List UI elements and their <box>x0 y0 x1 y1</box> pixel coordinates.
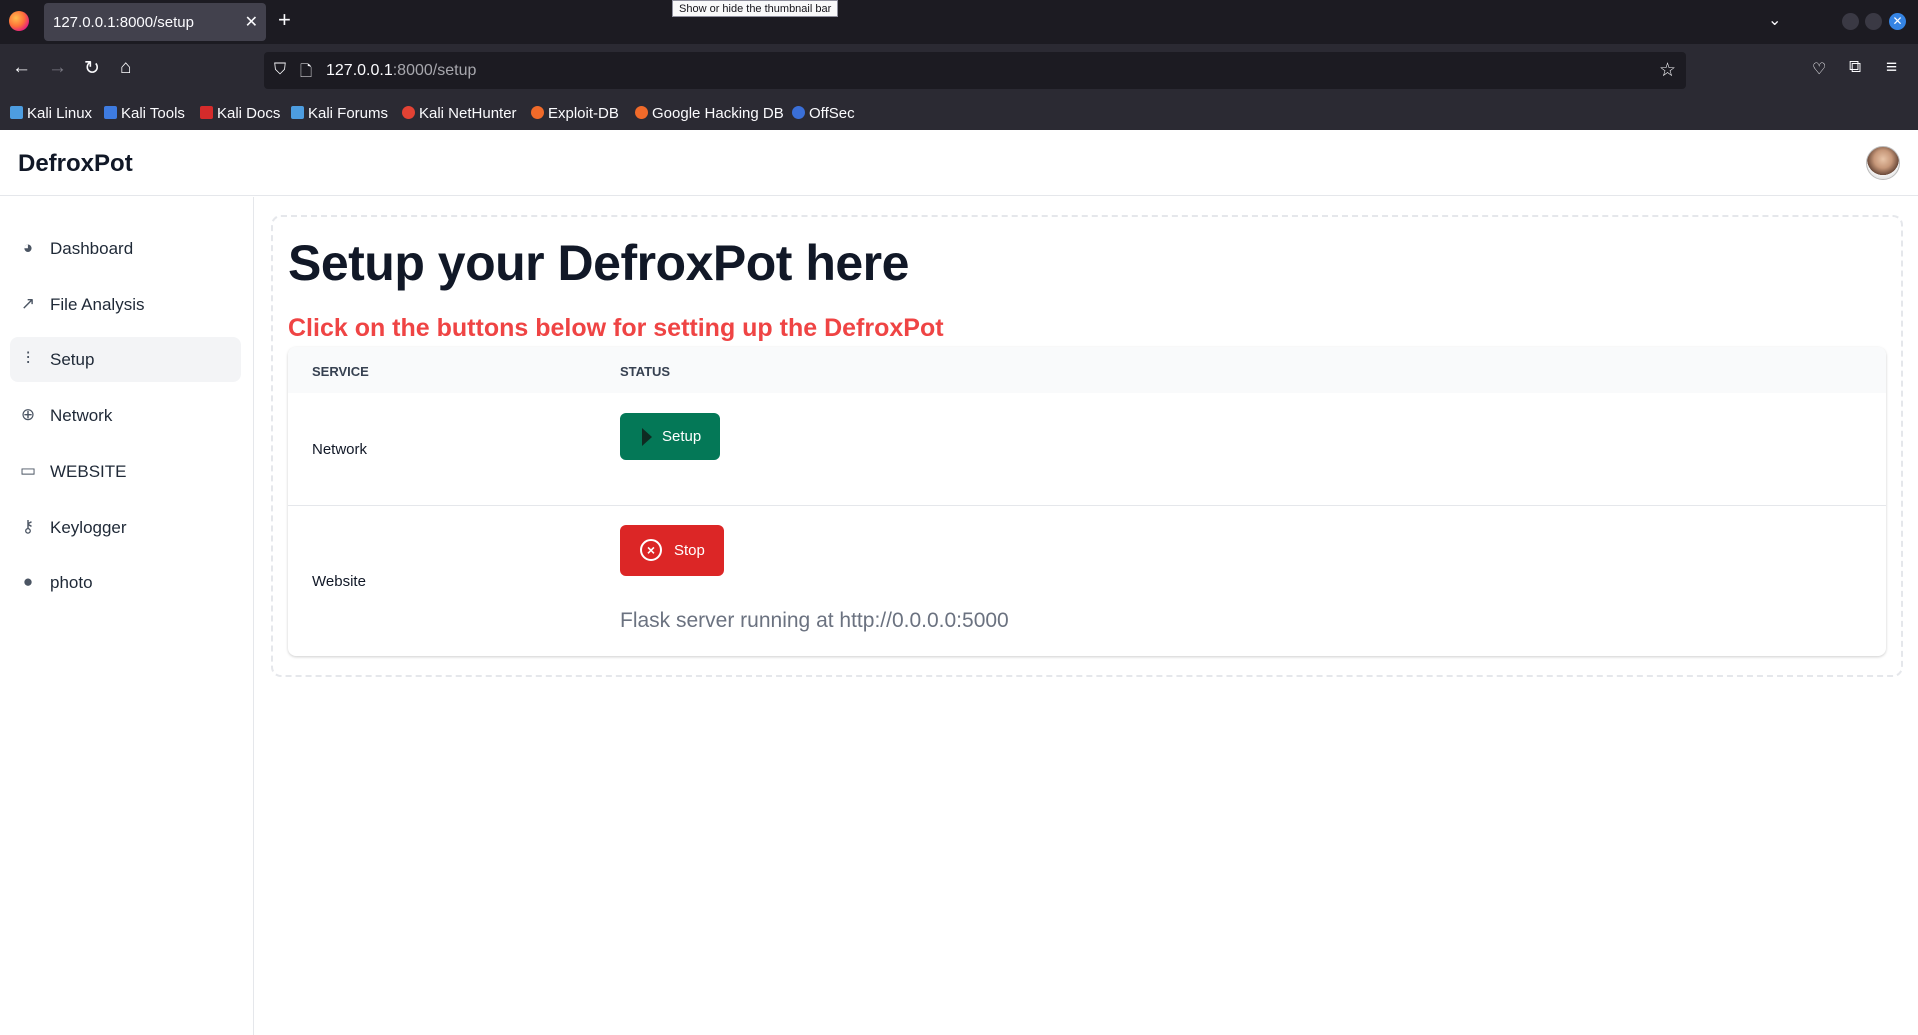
offsec-icon <box>792 106 805 119</box>
column-header-status: STATUS <box>620 364 671 379</box>
bookmark-kali-forums[interactable]: Kali Forums <box>291 105 388 122</box>
play-icon <box>642 428 652 446</box>
new-tab-icon[interactable]: + <box>278 7 291 33</box>
stop-button[interactable]: × Stop <box>620 525 724 576</box>
column-header-service: SERVICE <box>312 364 369 379</box>
sidebar-item-website[interactable]: ▭ WEBSITE <box>10 449 241 494</box>
trend-icon: ↗ <box>20 294 36 313</box>
home-icon[interactable]: ⌂ <box>120 57 131 79</box>
table-header: SERVICE STATUS <box>288 347 1886 393</box>
app-header: DefroxPot <box>0 130 1918 196</box>
sidebar-item-keylogger[interactable]: ⚷ Keylogger <box>10 505 241 550</box>
stop-button-label: Stop <box>674 542 705 559</box>
monitor-icon: ▭ <box>19 461 37 480</box>
service-name-network: Network <box>312 441 368 458</box>
tooltip: Show or hide the thumbnail bar <box>672 0 839 17</box>
close-circle-icon: × <box>640 539 662 561</box>
pocket-icon[interactable]: ♡ <box>1812 59 1826 79</box>
pie-chart-icon: ◕ <box>22 238 34 257</box>
exploit-db-icon <box>531 106 544 119</box>
page-info-icon[interactable]: 🗋 <box>300 61 312 86</box>
url-path: :8000/setup <box>392 62 477 79</box>
maximize-window-icon[interactable] <box>1865 13 1882 30</box>
bookmark-star-icon[interactable]: ☆ <box>1659 59 1676 82</box>
sidebar-item-label: Network <box>50 406 113 425</box>
shield-icon[interactable]: ⛉ <box>274 61 286 79</box>
back-arrow-icon[interactable]: ← <box>12 57 31 79</box>
url-bar[interactable]: ⛉ 🗋 127.0.0.1:8000/setup ☆ <box>264 52 1686 89</box>
sidebar-item-label: photo <box>50 573 93 592</box>
kali-forums-icon <box>291 106 304 119</box>
sidebar-item-setup[interactable]: ⫶ Setup <box>10 337 241 382</box>
setup-button-label: Setup <box>662 428 702 445</box>
bookmark-exploit-db[interactable]: Exploit-DB <box>531 105 619 122</box>
brand-logo[interactable]: DefroxPot <box>18 150 133 178</box>
setup-button[interactable]: Setup <box>620 413 720 460</box>
user-icon: ● <box>22 572 34 591</box>
sidebar: ◕ Dashboard ↗ File Analysis ⫶ Setup ⊕ Ne… <box>0 197 254 1035</box>
kali-linux-icon <box>10 106 23 119</box>
browser-nav-bar: ← → ↻ ⌂ ⛉ 🗋 127.0.0.1:8000/setup ☆ ♡ ⧉ ≡ <box>0 44 1918 97</box>
page-subtitle: Click on the buttons below for setting u… <box>288 314 944 342</box>
bookmark-kali-tools[interactable]: Kali Tools <box>104 105 185 122</box>
key-icon: ⚷ <box>21 517 35 536</box>
bookmark-kali-docs[interactable]: Kali Docs <box>200 105 280 122</box>
menu-icon[interactable]: ≡ <box>1886 57 1897 79</box>
tab-list-chevron-icon[interactable]: ⌄ <box>1768 10 1781 30</box>
page-title: Setup your DefroxPot here <box>288 235 909 291</box>
url-host: 127.0.0.1 <box>326 62 393 79</box>
close-window-icon[interactable]: ✕ <box>1889 13 1906 30</box>
kali-nethunter-icon <box>402 106 415 119</box>
sidebar-item-file-analysis[interactable]: ↗ File Analysis <box>10 282 241 327</box>
kali-tools-icon <box>104 106 117 119</box>
tab-title: 127.0.0.1:8000/setup <box>53 14 194 31</box>
sidebar-item-label: Setup <box>50 350 95 369</box>
server-status-text: Flask server running at http://0.0.0.0:5… <box>620 609 1009 632</box>
tab-close-icon[interactable]: ✕ <box>245 12 258 32</box>
bookmark-kali-nethunter[interactable]: Kali NetHunter <box>402 105 517 122</box>
browser-tab[interactable]: 127.0.0.1:8000/setup ✕ <box>44 3 266 41</box>
globe-icon: ⊕ <box>20 405 36 424</box>
google-hacking-db-icon <box>635 106 648 119</box>
sidebar-item-label: File Analysis <box>50 295 145 314</box>
sidebar-item-label: WEBSITE <box>50 462 127 481</box>
firefox-logo-icon <box>9 11 29 31</box>
row-divider <box>288 505 1886 506</box>
forward-arrow-icon[interactable]: → <box>48 57 67 79</box>
browser-tab-bar: 127.0.0.1:8000/setup ✕ + Show or hide th… <box>0 0 1918 44</box>
sidebar-item-dashboard[interactable]: ◕ Dashboard <box>10 226 241 271</box>
sidebar-item-photo[interactable]: ● photo <box>10 560 241 605</box>
sidebar-item-network[interactable]: ⊕ Network <box>10 393 241 438</box>
url-text[interactable]: 127.0.0.1:8000/setup <box>326 62 476 80</box>
bookmark-google-hacking-db[interactable]: Google Hacking DB <box>635 105 784 122</box>
services-table: SERVICE STATUS Network Setup Website × S… <box>288 347 1886 656</box>
extensions-icon[interactable]: ⧉ <box>1849 57 1861 77</box>
bookmark-kali-linux[interactable]: Kali Linux <box>10 105 92 122</box>
bookmark-offsec[interactable]: OffSec <box>792 105 855 122</box>
sidebar-item-label: Keylogger <box>50 518 127 537</box>
avatar[interactable] <box>1866 146 1900 180</box>
minimize-window-icon[interactable] <box>1842 13 1859 30</box>
kali-docs-icon <box>200 106 213 119</box>
bookmarks-bar: Kali Linux Kali Tools Kali Docs Kali For… <box>0 97 1918 130</box>
service-name-website: Website <box>312 573 366 590</box>
sidebar-item-label: Dashboard <box>50 239 134 258</box>
sliders-icon: ⫶ <box>25 349 31 368</box>
reload-icon[interactable]: ↻ <box>84 57 100 80</box>
